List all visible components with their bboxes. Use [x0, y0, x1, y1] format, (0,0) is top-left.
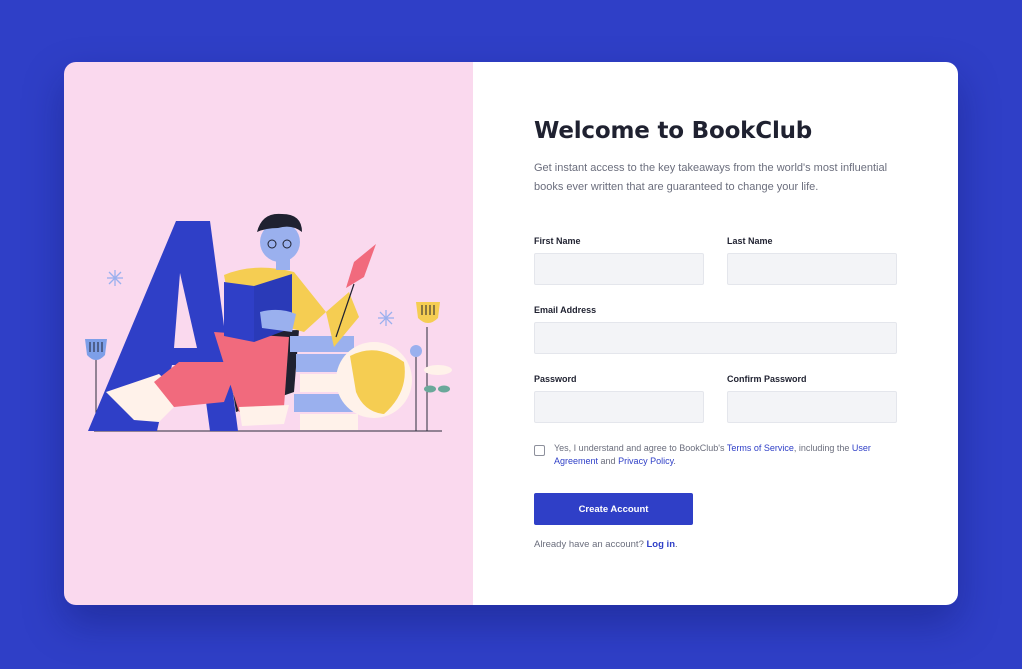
reading-person-illustration [85, 213, 452, 432]
last-name-field[interactable] [727, 253, 897, 285]
first-name-field[interactable] [534, 253, 704, 285]
login-prompt: Already have an account? Log in. [534, 539, 678, 550]
consent-text-2: , including the [793, 443, 852, 453]
consent-text-1: Yes, I understand and agree to BookClub'… [554, 443, 727, 453]
page-title: Welcome to BookClub [534, 118, 813, 144]
consent-text-3: and [598, 456, 619, 466]
login-prompt-text: Already have an account? [534, 539, 647, 550]
hero-panel [64, 62, 473, 605]
confirm-password-field[interactable] [727, 391, 897, 423]
confirm-password-label: Confirm Password [727, 374, 807, 384]
page-subtitle: Get instant access to the key takeaways … [534, 162, 888, 193]
terms-of-service-link[interactable]: Terms of Service [727, 443, 794, 453]
create-account-button[interactable]: Create Account [534, 493, 693, 525]
signup-card: Welcome to BookClub Get instant access t… [64, 62, 958, 605]
password-label: Password [534, 374, 577, 384]
login-link[interactable]: Log in [647, 539, 676, 550]
signup-panel: Welcome to BookClub Get instant access t… [473, 62, 958, 605]
email-field[interactable] [534, 322, 897, 354]
terms-consent-text: Yes, I understand and agree to BookClub'… [554, 442, 884, 468]
login-prompt-suffix: . [675, 539, 678, 550]
first-name-label: First Name [534, 236, 581, 246]
consent-text-4: . [673, 456, 676, 466]
last-name-label: Last Name [727, 236, 773, 246]
terms-checkbox[interactable] [534, 445, 545, 456]
privacy-policy-link[interactable]: Privacy Policy [618, 456, 673, 466]
email-label: Email Address [534, 305, 597, 315]
password-field[interactable] [534, 391, 704, 423]
